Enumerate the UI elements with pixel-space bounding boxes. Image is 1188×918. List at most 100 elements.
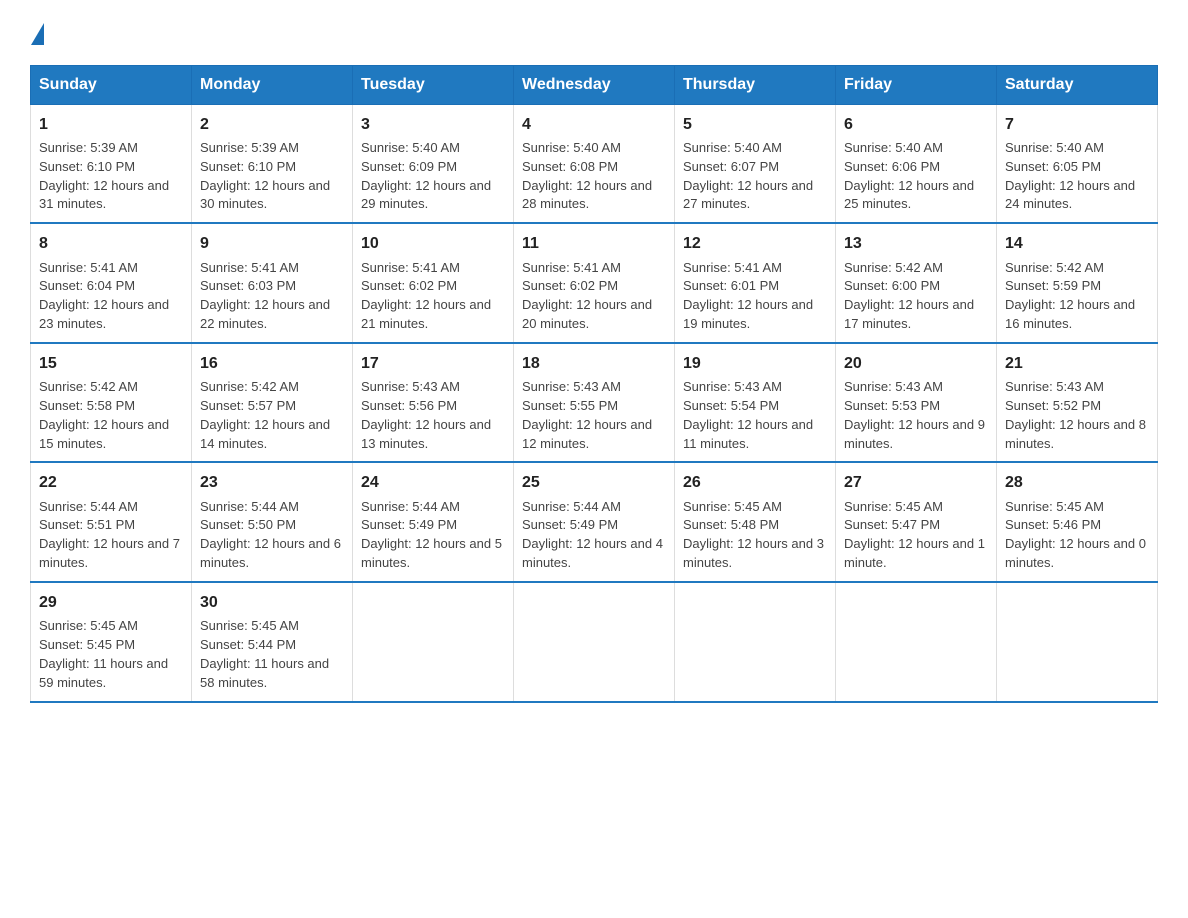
daylight-text: Daylight: 12 hours and 5 minutes. <box>361 535 505 573</box>
day-number: 19 <box>683 352 827 375</box>
sunrise-text: Sunrise: 5:41 AM <box>39 259 183 278</box>
sunrise-text: Sunrise: 5:40 AM <box>683 139 827 158</box>
daylight-text: Daylight: 12 hours and 31 minutes. <box>39 177 183 215</box>
calendar-cell: 12 Sunrise: 5:41 AM Sunset: 6:01 PM Dayl… <box>675 223 836 343</box>
sunrise-text: Sunrise: 5:42 AM <box>39 378 183 397</box>
calendar-cell: 22 Sunrise: 5:44 AM Sunset: 5:51 PM Dayl… <box>31 462 192 582</box>
daylight-text: Daylight: 12 hours and 24 minutes. <box>1005 177 1149 215</box>
calendar-cell: 6 Sunrise: 5:40 AM Sunset: 6:06 PM Dayli… <box>836 104 997 223</box>
calendar-cell: 10 Sunrise: 5:41 AM Sunset: 6:02 PM Dayl… <box>353 223 514 343</box>
day-number: 8 <box>39 232 183 255</box>
day-number: 12 <box>683 232 827 255</box>
sunrise-text: Sunrise: 5:43 AM <box>361 378 505 397</box>
day-number: 22 <box>39 471 183 494</box>
calendar-cell <box>675 582 836 702</box>
calendar-cell: 5 Sunrise: 5:40 AM Sunset: 6:07 PM Dayli… <box>675 104 836 223</box>
calendar-cell: 11 Sunrise: 5:41 AM Sunset: 6:02 PM Dayl… <box>514 223 675 343</box>
sunrise-text: Sunrise: 5:44 AM <box>39 498 183 517</box>
sunset-text: Sunset: 6:00 PM <box>844 277 988 296</box>
sunrise-text: Sunrise: 5:41 AM <box>200 259 344 278</box>
sunset-text: Sunset: 5:49 PM <box>361 516 505 535</box>
day-number: 4 <box>522 113 666 136</box>
sunrise-text: Sunrise: 5:39 AM <box>200 139 344 158</box>
daylight-text: Daylight: 12 hours and 8 minutes. <box>1005 416 1149 454</box>
sunrise-text: Sunrise: 5:41 AM <box>522 259 666 278</box>
day-number: 5 <box>683 113 827 136</box>
daylight-text: Daylight: 12 hours and 12 minutes. <box>522 416 666 454</box>
day-number: 14 <box>1005 232 1149 255</box>
weekday-header-wednesday: Wednesday <box>514 65 675 104</box>
sunrise-text: Sunrise: 5:44 AM <box>522 498 666 517</box>
daylight-text: Daylight: 12 hours and 11 minutes. <box>683 416 827 454</box>
weekday-header-saturday: Saturday <box>997 65 1158 104</box>
daylight-text: Daylight: 11 hours and 59 minutes. <box>39 655 183 693</box>
weekday-header-row: SundayMondayTuesdayWednesdayThursdayFrid… <box>31 65 1158 104</box>
sunrise-text: Sunrise: 5:42 AM <box>1005 259 1149 278</box>
daylight-text: Daylight: 11 hours and 58 minutes. <box>200 655 344 693</box>
day-number: 20 <box>844 352 988 375</box>
calendar-cell: 1 Sunrise: 5:39 AM Sunset: 6:10 PM Dayli… <box>31 104 192 223</box>
calendar-cell <box>514 582 675 702</box>
calendar-cell: 8 Sunrise: 5:41 AM Sunset: 6:04 PM Dayli… <box>31 223 192 343</box>
sunrise-text: Sunrise: 5:44 AM <box>200 498 344 517</box>
day-number: 13 <box>844 232 988 255</box>
sunrise-text: Sunrise: 5:45 AM <box>39 617 183 636</box>
daylight-text: Daylight: 12 hours and 6 minutes. <box>200 535 344 573</box>
logo-mark <box>30 20 45 45</box>
calendar-cell: 9 Sunrise: 5:41 AM Sunset: 6:03 PM Dayli… <box>192 223 353 343</box>
calendar-cell: 25 Sunrise: 5:44 AM Sunset: 5:49 PM Dayl… <box>514 462 675 582</box>
weekday-header-monday: Monday <box>192 65 353 104</box>
sunset-text: Sunset: 5:45 PM <box>39 636 183 655</box>
day-number: 3 <box>361 113 505 136</box>
sunset-text: Sunset: 6:02 PM <box>522 277 666 296</box>
daylight-text: Daylight: 12 hours and 1 minute. <box>844 535 988 573</box>
sunset-text: Sunset: 6:04 PM <box>39 277 183 296</box>
sunset-text: Sunset: 6:07 PM <box>683 158 827 177</box>
day-number: 10 <box>361 232 505 255</box>
daylight-text: Daylight: 12 hours and 25 minutes. <box>844 177 988 215</box>
sunset-text: Sunset: 5:46 PM <box>1005 516 1149 535</box>
sunset-text: Sunset: 5:55 PM <box>522 397 666 416</box>
daylight-text: Daylight: 12 hours and 20 minutes. <box>522 296 666 334</box>
calendar-cell: 19 Sunrise: 5:43 AM Sunset: 5:54 PM Dayl… <box>675 343 836 463</box>
sunset-text: Sunset: 5:44 PM <box>200 636 344 655</box>
sunrise-text: Sunrise: 5:45 AM <box>200 617 344 636</box>
daylight-text: Daylight: 12 hours and 28 minutes. <box>522 177 666 215</box>
sunset-text: Sunset: 5:48 PM <box>683 516 827 535</box>
day-number: 11 <box>522 232 666 255</box>
day-number: 7 <box>1005 113 1149 136</box>
daylight-text: Daylight: 12 hours and 9 minutes. <box>844 416 988 454</box>
calendar-cell: 26 Sunrise: 5:45 AM Sunset: 5:48 PM Dayl… <box>675 462 836 582</box>
daylight-text: Daylight: 12 hours and 30 minutes. <box>200 177 344 215</box>
calendar-cell: 28 Sunrise: 5:45 AM Sunset: 5:46 PM Dayl… <box>997 462 1158 582</box>
sunset-text: Sunset: 5:56 PM <box>361 397 505 416</box>
calendar-cell <box>997 582 1158 702</box>
sunset-text: Sunset: 6:10 PM <box>39 158 183 177</box>
daylight-text: Daylight: 12 hours and 17 minutes. <box>844 296 988 334</box>
sunset-text: Sunset: 5:59 PM <box>1005 277 1149 296</box>
day-number: 16 <box>200 352 344 375</box>
daylight-text: Daylight: 12 hours and 19 minutes. <box>683 296 827 334</box>
calendar-cell: 18 Sunrise: 5:43 AM Sunset: 5:55 PM Dayl… <box>514 343 675 463</box>
sunrise-text: Sunrise: 5:40 AM <box>361 139 505 158</box>
sunset-text: Sunset: 5:52 PM <box>1005 397 1149 416</box>
sunrise-text: Sunrise: 5:42 AM <box>844 259 988 278</box>
calendar-cell: 2 Sunrise: 5:39 AM Sunset: 6:10 PM Dayli… <box>192 104 353 223</box>
day-number: 29 <box>39 591 183 614</box>
sunset-text: Sunset: 5:47 PM <box>844 516 988 535</box>
calendar-cell: 7 Sunrise: 5:40 AM Sunset: 6:05 PM Dayli… <box>997 104 1158 223</box>
sunset-text: Sunset: 6:01 PM <box>683 277 827 296</box>
sunset-text: Sunset: 6:10 PM <box>200 158 344 177</box>
daylight-text: Daylight: 12 hours and 23 minutes. <box>39 296 183 334</box>
daylight-text: Daylight: 12 hours and 21 minutes. <box>361 296 505 334</box>
weekday-header-friday: Friday <box>836 65 997 104</box>
calendar-cell: 3 Sunrise: 5:40 AM Sunset: 6:09 PM Dayli… <box>353 104 514 223</box>
daylight-text: Daylight: 12 hours and 4 minutes. <box>522 535 666 573</box>
calendar-cell: 30 Sunrise: 5:45 AM Sunset: 5:44 PM Dayl… <box>192 582 353 702</box>
sunrise-text: Sunrise: 5:45 AM <box>683 498 827 517</box>
sunset-text: Sunset: 5:58 PM <box>39 397 183 416</box>
day-number: 9 <box>200 232 344 255</box>
day-number: 6 <box>844 113 988 136</box>
sunset-text: Sunset: 5:51 PM <box>39 516 183 535</box>
weekday-header-thursday: Thursday <box>675 65 836 104</box>
